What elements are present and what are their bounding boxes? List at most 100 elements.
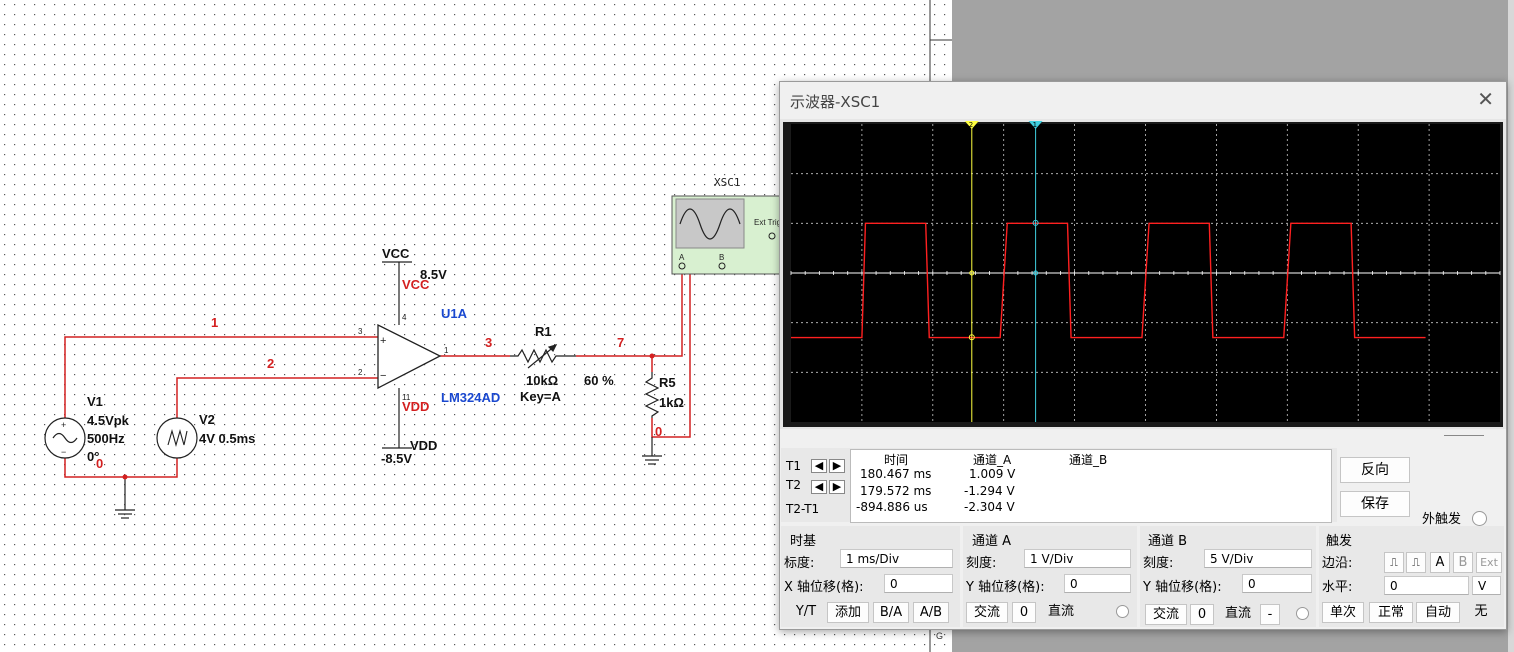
trigger-source-ext[interactable]: Ext: [1476, 552, 1502, 573]
timebase-xpos-field[interactable]: 0: [884, 574, 953, 593]
add-button[interactable]: 添加: [827, 602, 869, 623]
xsc-channel-a: A: [679, 253, 685, 262]
channel-a-zero-button[interactable]: 0: [1012, 602, 1036, 623]
trigger-title: 触发: [1326, 534, 1353, 549]
t2t1-time: -894.886 us: [856, 500, 928, 514]
net-label: 1: [211, 315, 218, 330]
ext-trigger-radio[interactable]: [1472, 511, 1487, 526]
v1-source[interactable]: + −: [44, 417, 86, 459]
timebase-xpos-label: X 轴位移(格):: [784, 580, 864, 595]
save-button[interactable]: 保存: [1340, 491, 1410, 517]
pin-number: 3: [358, 327, 363, 336]
t1-left-arrow-icon[interactable]: ◀: [811, 459, 827, 473]
v2-value: 4V 0.5ms: [199, 431, 255, 446]
channel-b-ypos-field[interactable]: 0: [1242, 574, 1312, 593]
trigger-edge-label: 边沿:: [1322, 556, 1353, 571]
t2-label: T2: [786, 478, 801, 492]
r5-name: R5: [659, 375, 676, 390]
channel-b-zero-button[interactable]: 0: [1190, 604, 1214, 625]
cursor-t1-tag: 1: [1033, 121, 1037, 129]
timebase-scale-label: 标度:: [784, 556, 815, 571]
single-button[interactable]: 单次: [1322, 602, 1364, 623]
channel-b-ac-button[interactable]: 交流: [1145, 604, 1187, 625]
t2t1-channel-a: -2.304 V: [964, 500, 1015, 514]
pin-number: 4: [402, 313, 407, 322]
channel-a-title: 通道 A: [972, 534, 1012, 549]
net-label: 2: [267, 356, 274, 371]
auto-button[interactable]: 自动: [1416, 602, 1460, 623]
channel-a-radio[interactable]: [1116, 605, 1129, 618]
col-channel-b: 通道_B: [1069, 453, 1108, 467]
col-time: 时间: [884, 453, 909, 467]
r1-value: 10kΩ: [526, 373, 558, 388]
pin-number: 2: [358, 368, 363, 377]
t1-channel-a: 1.009 V: [969, 467, 1016, 481]
channel-a-ac-button[interactable]: 交流: [966, 602, 1008, 623]
window-title: 示波器-XSC1: [790, 93, 881, 111]
channel-a-dc-button[interactable]: 直流: [1040, 602, 1082, 623]
divider: [1444, 435, 1484, 436]
opamp-plus-sign: +: [380, 335, 386, 347]
t2t1-label: T2-T1: [786, 502, 820, 516]
r1-key: Key=A: [520, 389, 561, 404]
oscilloscope-window[interactable]: 示波器-XSC1 ✕ 21 T1 ◀ ▶ T2 ◀ ▶ T2-T1 时间 通道_…: [779, 81, 1507, 630]
v2-name: V2: [199, 412, 215, 427]
net-label: 0: [655, 424, 662, 439]
oscilloscope-symbol[interactable]: [671, 195, 793, 275]
channel-b-scale-label: 刻度:: [1143, 556, 1174, 571]
pin-number: 1: [444, 346, 449, 355]
trigger-level-unit[interactable]: V: [1472, 576, 1501, 595]
col-channel-a: 通道_A: [973, 453, 1012, 467]
ba-button[interactable]: B/A: [873, 602, 909, 623]
trigger-level-field[interactable]: 0: [1384, 576, 1469, 595]
channel-b-scale-field[interactable]: 5 V/Div: [1204, 549, 1312, 568]
reverse-button[interactable]: 反向: [1340, 457, 1410, 483]
channel-a-ypos-label: Y 轴位移(格):: [966, 580, 1045, 595]
vcc-net: VCC: [402, 277, 430, 292]
v1-name: V1: [87, 394, 103, 409]
v2-source[interactable]: [156, 417, 198, 459]
trigger-source-b[interactable]: B: [1453, 552, 1473, 573]
yt-button[interactable]: Y/T: [788, 602, 824, 623]
close-icon[interactable]: ✕: [1477, 87, 1494, 112]
channel-b-ypos-label: Y 轴位移(格):: [1143, 580, 1222, 595]
scope-display[interactable]: 21: [780, 119, 1506, 429]
none-button[interactable]: 无: [1463, 602, 1499, 623]
net-label: 7: [617, 335, 624, 350]
junction-dot: [649, 353, 655, 359]
r1-percent: 60 %: [584, 373, 614, 388]
t2-left-arrow-icon[interactable]: ◀: [811, 480, 827, 494]
channel-b-title: 通道 B: [1148, 534, 1188, 549]
t2-right-arrow-icon[interactable]: ▶: [829, 480, 845, 494]
net-label: 3: [485, 335, 492, 350]
svg-text:−: −: [61, 447, 66, 457]
vdd-net: VDD: [402, 399, 429, 414]
rising-edge-icon[interactable]: ⎍: [1384, 552, 1404, 573]
vcc-label: VCC: [382, 246, 410, 261]
channel-b-dc-button[interactable]: 直流: [1217, 604, 1259, 625]
margin-label: G: [936, 631, 943, 641]
svg-text:+: +: [61, 420, 66, 430]
trigger-source-a[interactable]: A: [1430, 552, 1450, 573]
xsc-channel-b: B: [719, 253, 724, 262]
t1-right-arrow-icon[interactable]: ▶: [829, 459, 845, 473]
t1-time: 180.467 ms: [860, 467, 932, 481]
normal-button[interactable]: 正常: [1369, 602, 1413, 623]
ab-button[interactable]: A/B: [913, 602, 949, 623]
r5-value: 1kΩ: [659, 395, 684, 410]
vdd-value: -8.5V: [381, 451, 412, 466]
channel-b-radio[interactable]: [1296, 607, 1309, 620]
falling-edge-icon[interactable]: ⎍: [1406, 552, 1426, 573]
v1-amplitude: 4.5Vpk: [87, 413, 130, 428]
channel-a-ypos-field[interactable]: 0: [1064, 574, 1131, 593]
channel-a-scale-field[interactable]: 1 V/Div: [1024, 549, 1131, 568]
v1-frequency: 500Hz: [87, 431, 125, 446]
channel-b-minus-button[interactable]: -: [1260, 604, 1280, 625]
junction-dot: [122, 474, 128, 480]
opamp-ref: U1A: [441, 306, 468, 321]
timebase-scale-field[interactable]: 1 ms/Div: [840, 549, 953, 568]
opamp-part: LM324AD: [441, 390, 500, 405]
net-label: 0: [96, 456, 103, 471]
r1-name: R1: [535, 324, 552, 339]
t2-time: 179.572 ms: [860, 484, 932, 498]
